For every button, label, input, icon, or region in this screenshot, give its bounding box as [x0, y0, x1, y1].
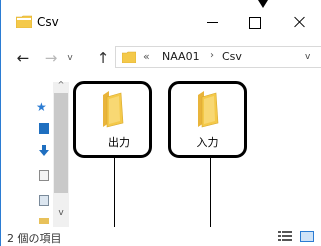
folder-icon	[122, 51, 136, 63]
navigation-row: ← → v ↑ « NAA01 › Csv v	[1, 46, 321, 72]
breadcrumb-overflow[interactable]: «	[143, 50, 150, 63]
folder-item-input[interactable]: 入力	[168, 81, 247, 158]
minimize-button[interactable]	[200, 10, 226, 34]
address-bar[interactable]: « NAA01 › Csv v	[115, 46, 321, 68]
scroll-up-icon[interactable]: ^	[54, 80, 68, 92]
folder-icon	[103, 91, 124, 128]
scroll-down-icon[interactable]: v	[54, 208, 68, 222]
item-count: 2 個の項目	[7, 232, 62, 245]
folder-label: 出力	[108, 136, 130, 149]
large-icons-view-icon[interactable]	[300, 231, 314, 242]
breadcrumb-separator-icon[interactable]: ›	[210, 50, 214, 61]
forward-arrow-icon[interactable]: →	[41, 48, 61, 68]
up-arrow-icon[interactable]: ↑	[93, 48, 113, 68]
folder-icon	[198, 91, 219, 128]
details-view-icon[interactable]	[278, 231, 292, 242]
folder-icon[interactable]	[39, 218, 49, 224]
file-explorer-window: Csv ← → v ↑ « NAA01 › Csv v ★ ^ v 出力 入力 …	[0, 0, 321, 246]
documents-icon[interactable]	[39, 170, 49, 181]
title-bar: Csv	[1, 0, 321, 46]
breadcrumb-item[interactable]: Csv	[222, 50, 242, 63]
quick-access-pin-icon[interactable]: ★	[36, 100, 47, 114]
folder-label: 入力	[196, 136, 219, 149]
maximize-button[interactable]	[241, 10, 267, 34]
scrollbar-thumb[interactable]	[54, 93, 68, 193]
downloads-icon[interactable]	[39, 145, 49, 156]
pictures-icon[interactable]	[39, 195, 49, 206]
close-button[interactable]	[287, 10, 313, 34]
breadcrumb-item[interactable]: NAA01	[162, 50, 200, 63]
status-bar: 2 個の項目	[1, 227, 321, 246]
recent-locations-chevron-icon[interactable]: v	[63, 48, 77, 68]
folder-icon	[16, 15, 32, 28]
pointer-arrow-icon	[258, 0, 268, 8]
back-arrow-icon[interactable]: ←	[13, 48, 33, 68]
window-title: Csv	[37, 15, 59, 29]
desktop-icon[interactable]	[39, 123, 49, 134]
address-dropdown-icon[interactable]: v	[305, 52, 310, 62]
folder-item-output[interactable]: 出力	[73, 81, 152, 158]
navigation-pane: ★ ^ v	[1, 80, 69, 227]
